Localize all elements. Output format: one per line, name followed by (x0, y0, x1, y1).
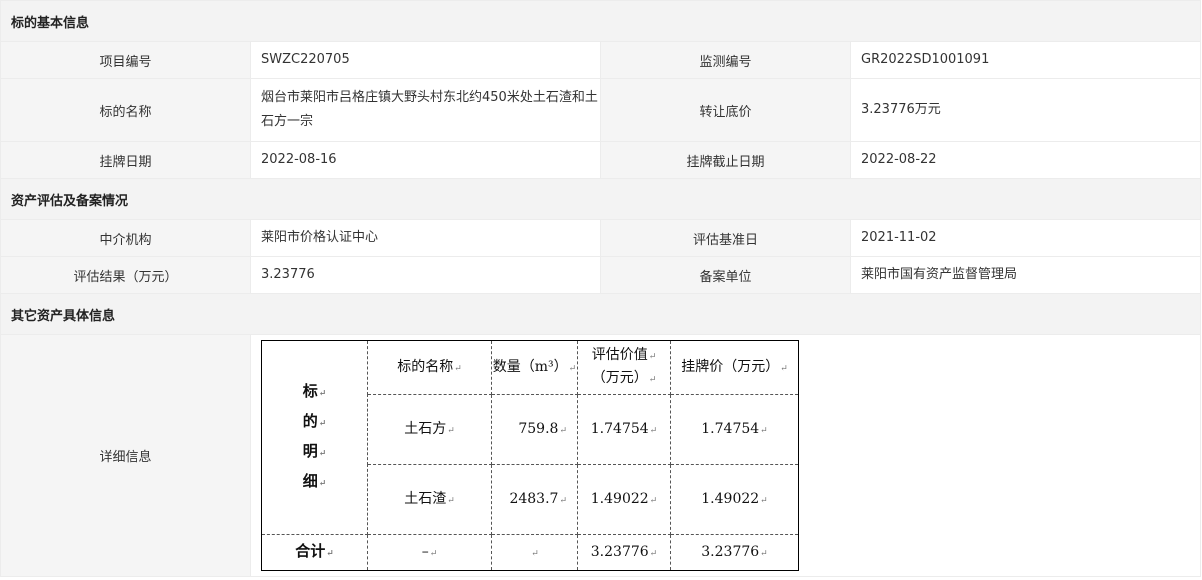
section-other: 其它资产具体信息 (0, 293, 1202, 335)
name-value: 烟台市莱阳市吕格庄镇大野头村东北约450米处土石渣和土石方一宗 (250, 78, 601, 142)
header-eval: 评估价值↵ （万元）↵ (577, 340, 671, 395)
row-result: 评估结果（万元） 3.23776 备案单位 莱阳市国有资产监督管理局 (0, 256, 1202, 294)
detail-side-label: 标↵ 的↵ 明↵ 细↵ (261, 340, 368, 535)
asset-info-page: 标的基本信息 项目编号 SWZC220705 监测编号 GR2022SD1001… (0, 0, 1202, 580)
side-char: 的↵ (302, 411, 327, 430)
row-eval-cell: 1.49022↵ (577, 464, 671, 535)
row-agency: 中介机构 莱阳市价格认证中心 评估基准日 2021-11-02 (0, 219, 1202, 257)
row-qty-cell: 759.8↵ (491, 394, 578, 465)
base-date-label: 评估基准日 (600, 219, 851, 257)
name-label: 标的名称 (0, 78, 251, 142)
row-name-cell: 土石渣↵ (367, 464, 492, 535)
agency-label: 中介机构 (0, 219, 251, 257)
section-title-other: 其它资产具体信息 (0, 293, 1202, 335)
section-asset: 资产评估及备案情况 (0, 178, 1202, 220)
end-date-label: 挂牌截止日期 (600, 141, 851, 179)
list-date-value: 2022-08-16 (250, 141, 601, 179)
row-project-no: 项目编号 SWZC220705 监测编号 GR2022SD1001091 (0, 41, 1202, 79)
filing-label: 备案单位 (600, 256, 851, 294)
detail-label: 详细信息 (0, 334, 251, 577)
result-label: 评估结果（万元） (0, 256, 251, 294)
header-qty: 数量（m³）↵ (491, 340, 578, 395)
side-char: 明↵ (302, 441, 327, 460)
list-date-label: 挂牌日期 (0, 141, 251, 179)
total-price-cell: 3.23776↵ (670, 534, 799, 571)
header-price: 挂牌价（万元）↵ (670, 340, 799, 395)
row-name: 标的名称 烟台市莱阳市吕格庄镇大野头村东北约450米处土石渣和土石方一宗 转让底… (0, 78, 1202, 142)
header-name: 标的名称↵ (367, 340, 492, 395)
end-date-value: 2022-08-22 (849, 141, 1202, 179)
row-name-cell: 土石方↵ (367, 394, 492, 465)
row-price-cell: 1.49022↵ (670, 464, 799, 535)
base-date-value: 2021-11-02 (849, 219, 1202, 257)
detail-header-row: 标↵ 的↵ 明↵ 细↵ 标的名称↵ 数量（m³）↵ 评估价值↵ （万元）↵ 挂牌… (261, 340, 799, 535)
detail-table: 标↵ 的↵ 明↵ 细↵ 标的名称↵ 数量（m³）↵ 评估价值↵ （万元）↵ 挂牌… (261, 340, 799, 571)
total-qty-cell: ↵ (491, 534, 578, 571)
price-value: 3.23776万元 (849, 78, 1202, 142)
asset-info-table: 标的基本信息 项目编号 SWZC220705 监测编号 GR2022SD1001… (0, 0, 1202, 577)
side-char: 标↵ (302, 381, 327, 400)
row-eval-cell: 1.74754↵ (577, 394, 671, 465)
total-row: 合计↵ –↵ ↵ 3.23776↵ 3.23776↵ (261, 534, 799, 571)
row-dates: 挂牌日期 2022-08-16 挂牌截止日期 2022-08-22 (0, 141, 1202, 179)
result-value: 3.23776 (250, 256, 601, 294)
monitor-no-label: 监测编号 (600, 41, 851, 79)
section-title-asset: 资产评估及备案情况 (0, 178, 1202, 220)
filing-value: 莱阳市国有资产监督管理局 (849, 256, 1202, 294)
row-price-cell: 1.74754↵ (670, 394, 799, 465)
total-label: 合计↵ (261, 534, 368, 571)
section-basic: 标的基本信息 (0, 0, 1202, 42)
total-eval-cell: 3.23776↵ (577, 534, 671, 571)
project-no-value: SWZC220705 (250, 41, 601, 79)
total-name-cell: –↵ (367, 534, 492, 571)
section-title-basic: 标的基本信息 (0, 0, 1202, 42)
agency-value: 莱阳市价格认证中心 (250, 219, 601, 257)
project-no-label: 项目编号 (0, 41, 251, 79)
detail-value: 标↵ 的↵ 明↵ 细↵ 标的名称↵ 数量（m³）↵ 评估价值↵ （万元）↵ 挂牌… (249, 334, 1202, 577)
monitor-no-value: GR2022SD1001091 (849, 41, 1202, 79)
side-char: 细↵ (302, 471, 327, 490)
row-detail: 详细信息 标↵ 的↵ 明↵ 细↵ 标的名称↵ 数量（m³）↵ 评估价值↵ （万元… (0, 334, 1202, 577)
row-qty-cell: 2483.7↵ (491, 464, 578, 535)
price-label: 转让底价 (600, 78, 851, 142)
